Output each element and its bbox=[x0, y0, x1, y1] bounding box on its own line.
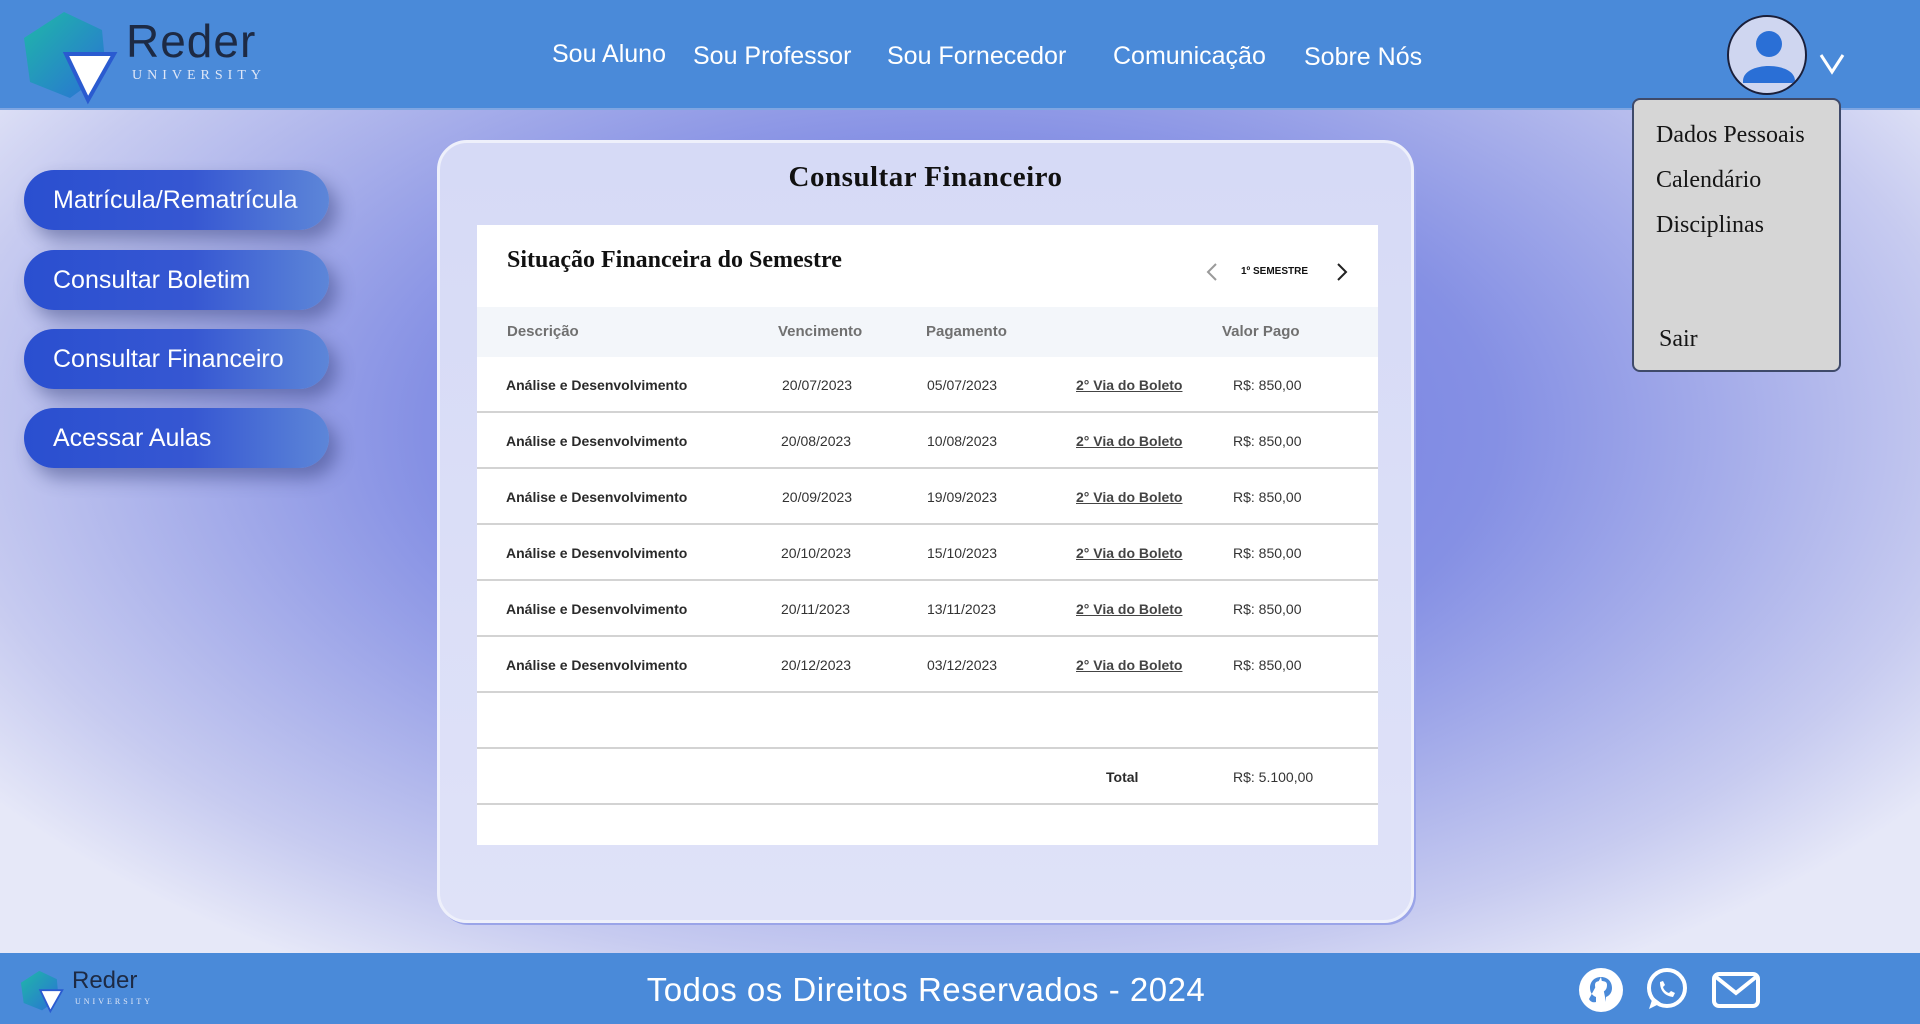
table-row: Análise e Desenvolvimento 20/10/2023 15/… bbox=[477, 525, 1378, 581]
sidebar-item-consultar-financeiro[interactable]: Consultar Financeiro bbox=[24, 329, 329, 389]
nav-item-sou-aluno[interactable]: Sou Aluno bbox=[552, 40, 666, 69]
column-header-valor-pago: Valor Pago bbox=[1222, 323, 1300, 340]
total-value: R$: 5.100,00 bbox=[1233, 769, 1314, 785]
column-header-pagamento: Pagamento bbox=[926, 323, 1007, 340]
boleto-link[interactable]: 2° Via do Boleto bbox=[1076, 489, 1182, 505]
menu-item-dados-pessoais[interactable]: Dados Pessoais bbox=[1656, 122, 1805, 149]
page-title: Consultar Financeiro bbox=[788, 161, 1063, 193]
nav-item-comunicacao[interactable]: Comunicação bbox=[1113, 42, 1266, 71]
boleto-link[interactable]: 2° Via do Boleto bbox=[1076, 377, 1182, 393]
cell-descricao: Análise e Desenvolvimento bbox=[506, 433, 688, 449]
menu-item-disciplinas[interactable]: Disciplinas bbox=[1656, 212, 1764, 239]
github-icon[interactable] bbox=[1576, 965, 1626, 1015]
boleto-link[interactable]: 2° Via do Boleto bbox=[1076, 657, 1182, 673]
boleto-link[interactable]: 2° Via do Boleto bbox=[1076, 601, 1182, 617]
whatsapp-icon[interactable] bbox=[1641, 965, 1691, 1015]
header: Reder UNIVERSITY Sou Aluno Sou Professor… bbox=[0, 0, 1920, 110]
copyright-text: Todos os Direitos Reservados - 2024 bbox=[646, 971, 1206, 1008]
cell-pagamento: 10/08/2023 bbox=[927, 433, 998, 449]
cell-vencimento: 20/10/2023 bbox=[781, 545, 852, 561]
chevron-left-icon[interactable] bbox=[1204, 261, 1220, 283]
sidebar-item-matricula[interactable]: Matrícula/Rematrícula bbox=[24, 170, 329, 230]
brand-logo[interactable]: Reder UNIVERSITY bbox=[22, 10, 262, 106]
brand-subtitle: UNIVERSITY bbox=[132, 68, 266, 83]
sidebar-item-consultar-boletim[interactable]: Consultar Boletim bbox=[24, 250, 329, 310]
column-header-descricao: Descrição bbox=[507, 323, 579, 340]
cell-valor: R$: 850,00 bbox=[1233, 601, 1302, 617]
chevron-down-icon[interactable] bbox=[1818, 52, 1846, 76]
cell-vencimento: 20/12/2023 bbox=[781, 657, 852, 673]
cell-valor: R$: 850,00 bbox=[1233, 657, 1302, 673]
menu-item-calendario[interactable]: Calendário bbox=[1656, 167, 1761, 194]
semester-label: 1º SEMESTRE bbox=[1241, 266, 1309, 277]
column-header-vencimento: Vencimento bbox=[778, 323, 863, 340]
user-menu-dropdown: Dados Pessoais Calendário Disciplinas Sa… bbox=[1632, 98, 1841, 372]
cell-pagamento: 15/10/2023 bbox=[927, 545, 998, 561]
footer: Reder UNIVERSITY Todos os Direitos Reser… bbox=[0, 953, 1920, 1024]
mail-icon[interactable] bbox=[1711, 965, 1761, 1015]
financial-card: Situação Financeira do Semestre 1º SEMES… bbox=[477, 225, 1378, 845]
cell-valor: R$: 850,00 bbox=[1233, 377, 1302, 393]
card-title: Situação Financeira do Semestre bbox=[507, 247, 842, 273]
cell-descricao: Análise e Desenvolvimento bbox=[506, 601, 688, 617]
cell-descricao: Análise e Desenvolvimento bbox=[506, 657, 688, 673]
user-icon bbox=[1743, 31, 1795, 83]
cell-pagamento: 19/09/2023 bbox=[927, 489, 998, 505]
logo-hexagon-icon bbox=[24, 12, 118, 105]
table-row: Análise e Desenvolvimento 20/07/2023 05/… bbox=[477, 357, 1378, 413]
user-avatar[interactable] bbox=[1727, 15, 1807, 95]
boleto-link[interactable]: 2° Via do Boleto bbox=[1076, 433, 1182, 449]
menu-item-sair[interactable]: Sair bbox=[1659, 326, 1698, 353]
cell-descricao: Análise e Desenvolvimento bbox=[506, 489, 688, 505]
table-row: Análise e Desenvolvimento 20/11/2023 13/… bbox=[477, 581, 1378, 637]
brand-name: Reder bbox=[126, 15, 257, 67]
total-label: Total bbox=[1106, 769, 1139, 785]
cell-pagamento: 03/12/2023 bbox=[927, 657, 998, 673]
nav-item-sou-professor[interactable]: Sou Professor bbox=[693, 42, 851, 71]
financial-panel: Consultar Financeiro Situação Financeira… bbox=[437, 140, 1414, 923]
table-row-total: Total R$: 5.100,00 bbox=[477, 749, 1378, 805]
cell-pagamento: 05/07/2023 bbox=[927, 377, 998, 393]
table-row: Análise e Desenvolvimento 20/12/2023 03/… bbox=[477, 637, 1378, 693]
table-row: Análise e Desenvolvimento 20/08/2023 10/… bbox=[477, 413, 1378, 469]
cell-vencimento: 20/11/2023 bbox=[781, 601, 851, 617]
cell-vencimento: 20/08/2023 bbox=[781, 433, 852, 449]
cell-valor: R$: 850,00 bbox=[1233, 433, 1302, 449]
cell-descricao: Análise e Desenvolvimento bbox=[506, 545, 688, 561]
cell-valor: R$: 850,00 bbox=[1233, 545, 1302, 561]
cell-valor: R$: 850,00 bbox=[1233, 489, 1302, 505]
nav-item-sou-fornecedor[interactable]: Sou Fornecedor bbox=[887, 42, 1066, 71]
cell-pagamento: 13/11/2023 bbox=[927, 601, 997, 617]
table-row: Análise e Desenvolvimento 20/09/2023 19/… bbox=[477, 469, 1378, 525]
cell-vencimento: 20/07/2023 bbox=[782, 377, 853, 393]
sidebar-item-acessar-aulas[interactable]: Acessar Aulas bbox=[24, 408, 329, 468]
cell-descricao: Análise e Desenvolvimento bbox=[506, 377, 688, 393]
nav-item-sobre-nos[interactable]: Sobre Nós bbox=[1304, 43, 1422, 72]
chevron-right-icon[interactable] bbox=[1334, 261, 1350, 283]
table-row-empty bbox=[477, 693, 1378, 749]
table-header: Descrição Vencimento Pagamento Valor Pag… bbox=[477, 307, 1378, 357]
cell-vencimento: 20/09/2023 bbox=[782, 489, 853, 505]
boleto-link[interactable]: 2° Via do Boleto bbox=[1076, 545, 1182, 561]
